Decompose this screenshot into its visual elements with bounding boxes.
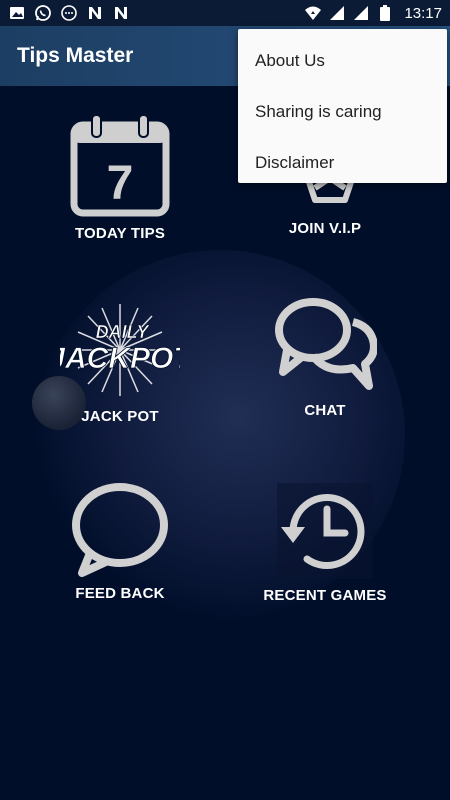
status-time: 13:17 bbox=[404, 4, 442, 22]
tile-label-recent-games: RECENT GAMES bbox=[263, 587, 387, 604]
n-icon bbox=[86, 4, 104, 22]
signal-icon bbox=[328, 4, 346, 22]
message-icon bbox=[60, 4, 78, 22]
wifi-icon bbox=[304, 4, 322, 22]
jackpot-logo: DAILY JACKPOT bbox=[60, 304, 180, 396]
app-title: Tips Master bbox=[17, 44, 134, 67]
signal-icon bbox=[352, 4, 370, 22]
image-icon bbox=[8, 4, 26, 22]
menu-item-disclaimer[interactable]: Disclaimer bbox=[238, 137, 447, 188]
calendar-icon: 7 bbox=[70, 115, 170, 217]
n-icon bbox=[112, 4, 130, 22]
menu-item-about-us[interactable]: About Us bbox=[238, 35, 447, 86]
menu-item-sharing[interactable]: Sharing is caring bbox=[238, 86, 447, 137]
tile-label-join-vip: JOIN V.I.P bbox=[288, 220, 362, 237]
status-bar: 13:17 bbox=[0, 0, 450, 26]
tile-chat[interactable]: CHAT bbox=[225, 296, 425, 419]
chat-bubbles-icon bbox=[275, 298, 377, 390]
tile-label-chat: CHAT bbox=[304, 402, 346, 419]
tile-today-tips[interactable]: 7 TODAY TIPS bbox=[20, 115, 220, 242]
tile-label-jack-pot: JACK POT bbox=[81, 408, 159, 425]
tile-label-feed-back: FEED BACK bbox=[75, 585, 165, 602]
calendar-number: 7 bbox=[107, 157, 134, 210]
tile-feed-back[interactable]: FEED BACK bbox=[20, 483, 220, 602]
overflow-menu: About Us Sharing is caring Disclaimer bbox=[238, 29, 447, 183]
jackpot-logo-bottom: JACKPOT bbox=[60, 342, 180, 375]
tile-recent-games[interactable]: RECENT GAMES bbox=[225, 483, 425, 604]
speech-bubble-icon bbox=[72, 483, 168, 577]
jackpot-logo-top: DAILY bbox=[96, 322, 151, 342]
history-clock-icon bbox=[277, 483, 373, 579]
tile-label-today-tips: TODAY TIPS bbox=[74, 225, 166, 242]
whatsapp-icon bbox=[34, 4, 52, 22]
battery-icon bbox=[376, 4, 394, 22]
tile-jack-pot[interactable]: DAILY JACKPOT JACK POT bbox=[20, 300, 220, 425]
